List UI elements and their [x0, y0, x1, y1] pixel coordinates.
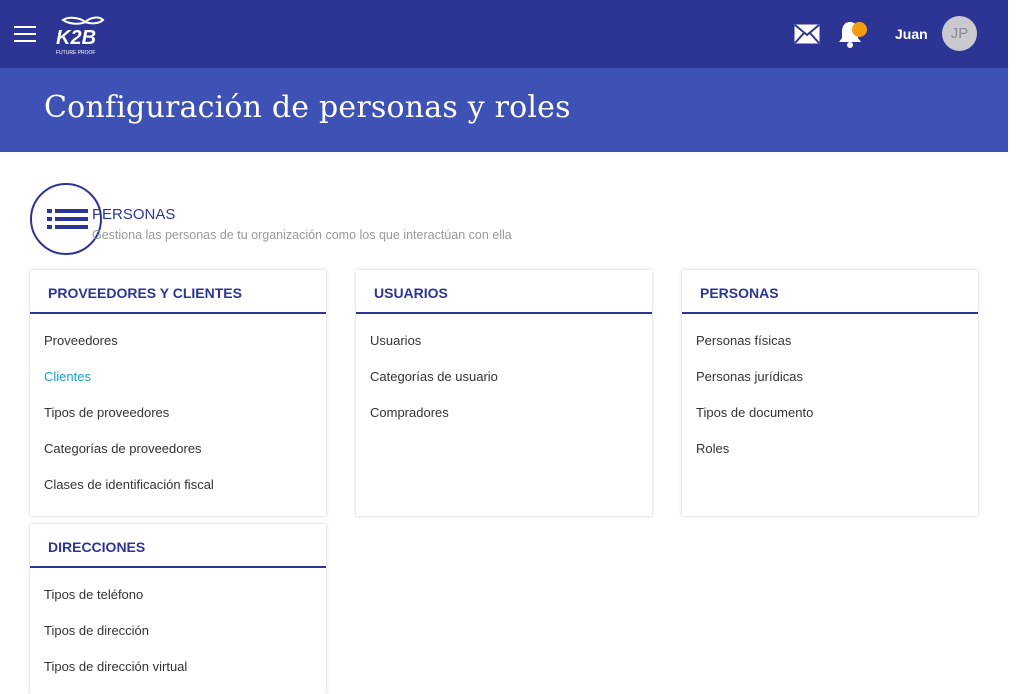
link-tipos-telefono[interactable]: Tipos de teléfono — [44, 580, 326, 616]
link-roles[interactable]: Roles — [696, 434, 978, 470]
section-title: PERSONAS — [92, 206, 176, 223]
link-clases-identificacion-fiscal[interactable]: Clases de identificación fiscal — [44, 470, 326, 506]
link-clientes[interactable]: Clientes — [44, 362, 326, 398]
card-link-list: Proveedores Clientes Tipos de proveedore… — [30, 314, 326, 506]
notification-badge — [852, 22, 867, 37]
logo-tagline: FUTURE PROOF — [56, 50, 95, 56]
link-tipos-proveedores[interactable]: Tipos de proveedores — [44, 398, 326, 434]
mail-icon[interactable] — [794, 24, 820, 44]
avatar[interactable]: JP — [942, 16, 977, 51]
link-tipos-direccion-virtual[interactable]: Tipos de dirección virtual — [44, 652, 326, 688]
card-title: DIRECCIONES — [30, 524, 326, 568]
section-description: Gestiona las personas de tu organización… — [92, 228, 512, 242]
card-link-list: Tipos de teléfono Tipos de dirección Tip… — [30, 568, 326, 688]
link-categorias-usuario[interactable]: Categorías de usuario — [370, 362, 652, 398]
k2b-logo[interactable]: K2B FUTURE PROOF — [55, 14, 107, 58]
title-bar: Configuración de personas y roles — [0, 68, 1008, 152]
link-compradores[interactable]: Compradores — [370, 398, 652, 434]
card-usuarios: USUARIOS Usuarios Categorías de usuario … — [356, 270, 652, 516]
link-tipos-direccion[interactable]: Tipos de dirección — [44, 616, 326, 652]
card-link-list: Usuarios Categorías de usuario Comprador… — [356, 314, 652, 434]
page-title: Configuración de personas y roles — [44, 90, 571, 125]
menu-icon[interactable] — [14, 26, 36, 43]
link-usuarios[interactable]: Usuarios — [370, 326, 652, 362]
top-navbar: K2B FUTURE PROOF Juan JP — [0, 0, 1008, 68]
card-direcciones: DIRECCIONES Tipos de teléfono Tipos de d… — [30, 524, 326, 694]
link-categorias-proveedores[interactable]: Categorías de proveedores — [44, 434, 326, 470]
card-title: PROVEEDORES Y CLIENTES — [30, 270, 326, 314]
card-link-list: Personas físicas Personas jurídicas Tipo… — [682, 314, 978, 470]
link-proveedores[interactable]: Proveedores — [44, 326, 326, 362]
link-tipos-documento[interactable]: Tipos de documento — [696, 398, 978, 434]
link-personas-juridicas[interactable]: Personas jurídicas — [696, 362, 978, 398]
username[interactable]: Juan — [895, 26, 928, 42]
card-personas: PERSONAS Personas físicas Personas juríd… — [682, 270, 978, 516]
card-title: PERSONAS — [682, 270, 978, 314]
logo-text: K2B — [56, 27, 96, 49]
card-proveedores-clientes: PROVEEDORES Y CLIENTES Proveedores Clien… — [30, 270, 326, 516]
link-personas-fisicas[interactable]: Personas físicas — [696, 326, 978, 362]
card-title: USUARIOS — [356, 270, 652, 314]
